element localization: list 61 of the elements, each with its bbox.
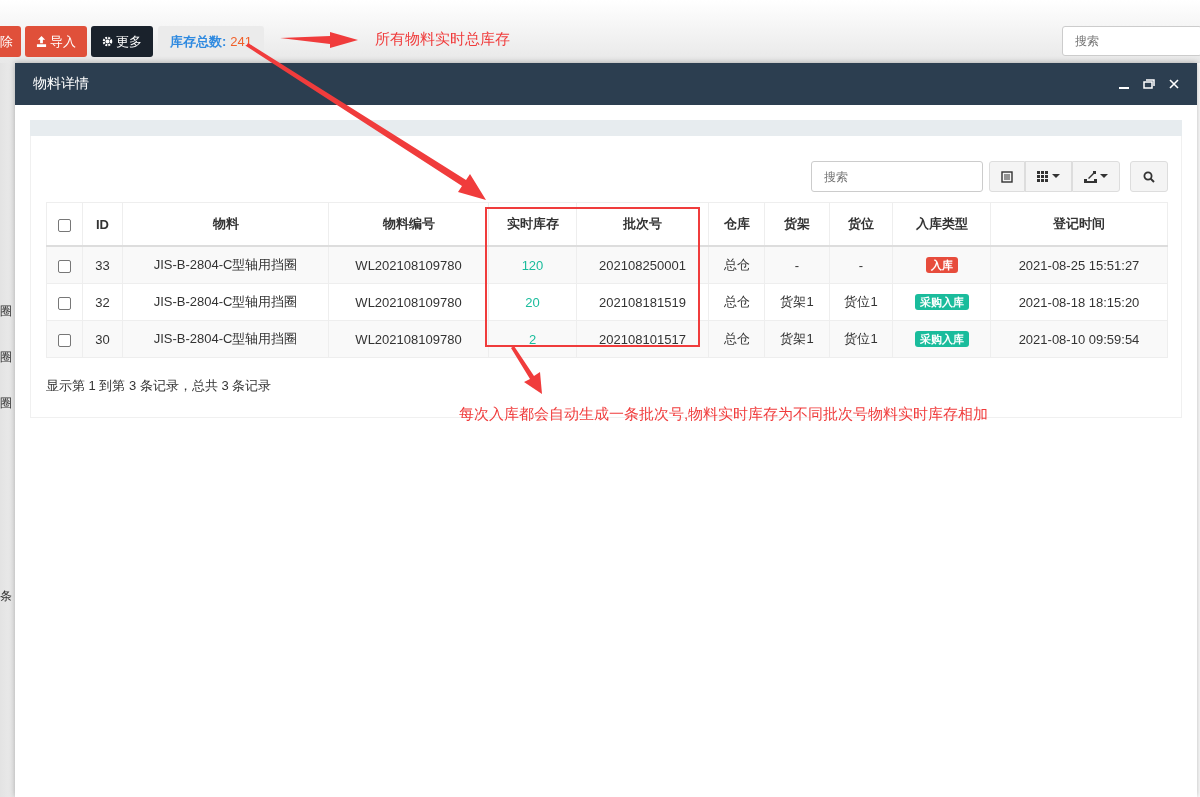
table-cell: 2021-08-25 15:51:27 (990, 246, 1168, 284)
table-cell: 总仓 (708, 283, 765, 321)
table-cell: 2021-08-10 09:59:54 (990, 320, 1168, 358)
table-cell: 2021-08-18 18:15:20 (990, 283, 1168, 321)
background-text: 圈 (0, 349, 12, 366)
list-icon (1001, 170, 1013, 183)
table-cell: 20 (488, 283, 577, 321)
toggle-view-button[interactable] (989, 161, 1025, 192)
grid-icon (1037, 171, 1049, 182)
background-text: 圈 (0, 395, 12, 412)
table-cell: 202108181519 (576, 283, 709, 321)
toolbar-button[interactable]: 除 (0, 26, 21, 57)
columns-button[interactable] (1025, 161, 1072, 192)
upload-icon (36, 36, 47, 47)
table-cell: WL202108109780 (328, 246, 489, 284)
table-cell: 货位1 (829, 320, 893, 358)
toolbar-button[interactable]: 更多 (91, 26, 153, 57)
table-cell: JIS-B-2804-C型轴用挡圈 (122, 320, 329, 358)
search-button[interactable] (1130, 161, 1168, 192)
table-cell: 30 (82, 320, 123, 358)
row-checkbox[interactable] (58, 333, 71, 347)
pagination-info: 显示第 1 到第 3 条记录，总共 3 条记录 (46, 377, 273, 395)
gear-icon (102, 36, 113, 47)
type-badge: 采购入库 (914, 331, 969, 347)
table-cell: 202108250001 (576, 246, 709, 284)
type-badge: 采购入库 (914, 294, 969, 310)
table-cell: - (829, 246, 893, 284)
annotation-text: 所有物料实时总库存 (375, 30, 510, 49)
row-checkbox[interactable] (58, 259, 71, 273)
annotation-arrow (511, 346, 542, 394)
table-cell: 货架1 (764, 320, 830, 358)
table-cell: 货位1 (829, 283, 893, 321)
export-icon (1084, 170, 1097, 183)
table-cell: 33 (82, 246, 123, 284)
table-cell: WL202108109780 (328, 283, 489, 321)
caret-icon (1052, 174, 1060, 179)
caret-icon (1100, 174, 1108, 179)
table-cell: JIS-B-2804-C型轴用挡圈 (122, 246, 329, 284)
close-icon[interactable] (1169, 79, 1179, 89)
table-cell: WL202108109780 (328, 320, 489, 358)
type-badge: 入库 (925, 257, 958, 273)
background-text: 条 (0, 588, 12, 605)
table-cell: 32 (82, 283, 123, 321)
export-button[interactable] (1072, 161, 1120, 192)
annotation-text: 每次入库都会自动生成一条批次号,物料实时库存为不同批次号物料实时库存相加 (459, 405, 989, 424)
search-field[interactable]: 搜索 (811, 161, 983, 192)
table-cell: 总仓 (708, 320, 765, 358)
table-cell: - (764, 246, 830, 284)
background-text: 圈 (0, 303, 12, 320)
select-all-checkbox[interactable] (58, 218, 71, 232)
search-field[interactable]: 搜索 (1062, 26, 1200, 56)
row-checkbox[interactable] (58, 296, 71, 310)
modal-title: 物料详情 (33, 75, 89, 93)
maximize-icon[interactable] (1143, 79, 1155, 89)
table-cell: JIS-B-2804-C型轴用挡圈 (122, 283, 329, 321)
stock-total-label: 库存总数: (170, 32, 227, 51)
table-cell: 货架1 (764, 283, 830, 321)
table-cell: 120 (488, 246, 577, 284)
toolbar-button[interactable]: 导入 (25, 26, 87, 57)
search-icon (1143, 170, 1155, 183)
table-cell: 总仓 (708, 246, 765, 284)
